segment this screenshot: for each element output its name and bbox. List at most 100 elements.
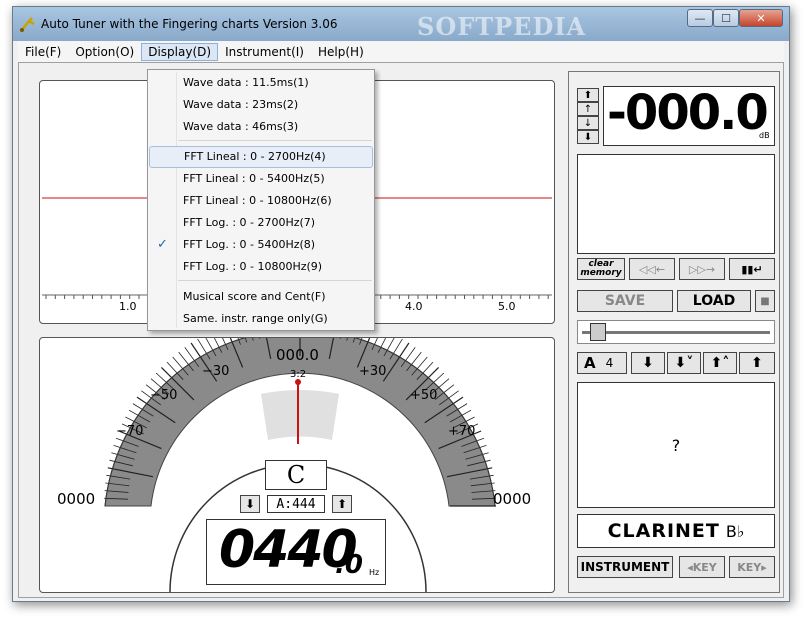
- stop-button[interactable]: ■: [755, 290, 775, 312]
- display-menu-item-label: Wave data : 23ms(2): [183, 98, 299, 111]
- display-menu-item-label: Wave data : 11.5ms(1): [183, 76, 309, 89]
- forward-icon: ▷▷→: [688, 262, 716, 276]
- menu-display[interactable]: Display(D): [141, 42, 219, 61]
- title-bar[interactable]: Auto Tuner with the Fingering charts Ver…: [13, 7, 789, 41]
- display-menu-item[interactable]: Wave data : 46ms(3): [149, 116, 373, 138]
- display-menu-item[interactable]: Musical score and Cent(F): [149, 286, 373, 308]
- display-menu-item-label: Musical score and Cent(F): [183, 290, 326, 303]
- minimize-button[interactable]: —: [687, 9, 713, 27]
- display-menu-item[interactable]: FFT Lineal : 0 - 10800Hz(6): [149, 190, 373, 212]
- note-name: C: [286, 461, 306, 489]
- right-column: ⬆ ↑ ↓ ⬇ -000.0 dB clear memory ◁◁← ▷▷→ ▮…: [568, 71, 780, 593]
- right-value: 0000: [493, 490, 532, 508]
- forward-button[interactable]: ▷▷→: [679, 258, 725, 280]
- menu-instrument[interactable]: Instrument(I): [218, 43, 311, 61]
- key-up-button[interactable]: KEY▸: [729, 556, 775, 578]
- menu-separator: [178, 280, 372, 281]
- ratio-label: 3:2: [290, 369, 307, 380]
- scale-label-p50: +50: [410, 388, 438, 403]
- ref-pitch-display: A:444: [267, 495, 325, 513]
- pause-button[interactable]: ▮▮↵: [729, 258, 775, 280]
- transpose-down-octave-button[interactable]: ⬇˅: [667, 352, 701, 374]
- clear-memory-button[interactable]: clear memory: [577, 258, 625, 280]
- display-dropdown-menu: Wave data : 11.5ms(1) Wave data : 23ms(2)…: [147, 69, 375, 331]
- position-slider[interactable]: [577, 320, 775, 344]
- load-button[interactable]: LOAD: [677, 290, 751, 312]
- frequency-display: 0440 .0 Hz: [206, 519, 386, 585]
- display-menu-item[interactable]: FFT Log. : 0 - 5400Hz(8) ✓: [149, 234, 373, 256]
- transpose-up-button[interactable]: ⬆: [739, 352, 775, 374]
- display-menu-item-label: FFT Log. : 0 - 10800Hz(9): [183, 260, 323, 273]
- display-menu-item[interactable]: Wave data : 11.5ms(1): [149, 72, 373, 94]
- load-label: LOAD: [692, 293, 736, 309]
- close-button[interactable]: ✕: [739, 9, 783, 27]
- display-menu-item-label: FFT Log. : 0 - 2700Hz(7): [183, 216, 316, 229]
- menu-option[interactable]: Option(O): [68, 43, 141, 61]
- meter-panel: 000.0 3:2 −30 +30 −50 +50 −70 +70 0000 0…: [39, 337, 555, 593]
- key-down-button[interactable]: ◂KEY: [679, 556, 725, 578]
- scale-label-p70: +70: [448, 424, 476, 439]
- axis-label-1: 1.0: [119, 300, 137, 313]
- save-button[interactable]: SAVE: [577, 290, 673, 312]
- db-unit: dB: [759, 131, 770, 140]
- note-display: C: [265, 460, 327, 490]
- app-window: Auto Tuner with the Fingering charts Ver…: [12, 6, 790, 602]
- instrument-button[interactable]: INSTRUMENT: [577, 556, 673, 578]
- slider-track: [582, 331, 770, 334]
- display-menu-item[interactable]: Wave data : 23ms(2): [149, 94, 373, 116]
- display-menu-item[interactable]: FFT Log. : 0 - 2700Hz(7): [149, 212, 373, 234]
- level-down-fast-button[interactable]: ⬇: [577, 130, 599, 144]
- ref-pitch-up-button[interactable]: ⬆: [332, 495, 352, 513]
- display-menu-item-label: Same. instr. range only(G): [183, 312, 328, 325]
- axis-label-5: 5.0: [498, 300, 516, 313]
- level-down-button[interactable]: ↓: [577, 116, 599, 130]
- transpose-down-button[interactable]: ⬇: [631, 352, 665, 374]
- rewind-button[interactable]: ◁◁←: [629, 258, 675, 280]
- scale-label-m30: −30: [202, 364, 230, 379]
- display-menu-item[interactable]: FFT Log. : 0 - 10800Hz(9): [149, 256, 373, 278]
- arrow-up-icon: ⬆: [336, 497, 348, 511]
- stop-icon: ■: [760, 295, 770, 307]
- frequency-unit: Hz: [369, 568, 380, 577]
- pause-icon: ▮▮↵: [741, 262, 763, 276]
- instrument-button-label: INSTRUMENT: [580, 560, 670, 574]
- instrument-name: CLARINET: [607, 520, 720, 542]
- ref-pitch-value: A:444: [276, 496, 316, 512]
- level-up-fast-button[interactable]: ⬆: [577, 88, 599, 102]
- menu-file[interactable]: File(F): [18, 43, 68, 61]
- menu-bar: File(F) Option(O) Display(D) Instrument(…: [18, 41, 784, 62]
- fingering-placeholder: ?: [671, 435, 681, 455]
- menu-help[interactable]: Help(H): [311, 43, 371, 61]
- menu-separator: [178, 140, 372, 141]
- slider-thumb[interactable]: [590, 323, 606, 341]
- save-label: SAVE: [604, 293, 646, 309]
- display-menu-item[interactable]: FFT Lineal : 0 - 2700Hz(4): [149, 146, 373, 168]
- maximize-button[interactable]: ☐: [713, 9, 739, 27]
- transpose-up-octave-button[interactable]: ⬆˄: [703, 352, 737, 374]
- transpose-value: 4: [605, 356, 614, 370]
- display-menu-item-label: FFT Lineal : 0 - 10800Hz(6): [183, 194, 332, 207]
- arrow-down-icon: ⬇: [244, 497, 256, 511]
- db-value: -000.0: [607, 85, 769, 141]
- checkmark-icon: ✓: [157, 237, 168, 252]
- ref-pitch-down-button[interactable]: ⬇: [240, 495, 260, 513]
- scale-label-m50: −50: [150, 388, 178, 403]
- left-value: 0000: [57, 490, 96, 508]
- rewind-icon: ◁◁←: [638, 262, 666, 276]
- clear-memory-label-2: memory: [580, 268, 622, 278]
- level-up-button[interactable]: ↑: [577, 102, 599, 116]
- key-up-label: KEY▸: [737, 560, 767, 574]
- display-menu-item[interactable]: FFT Lineal : 0 - 5400Hz(5): [149, 168, 373, 190]
- display-menu-item-label: FFT Log. : 0 - 5400Hz(8): [183, 238, 316, 251]
- axis-label-4: 4.0: [405, 300, 423, 313]
- frequency-decimal: .0: [335, 550, 363, 580]
- memory-display: [577, 154, 775, 254]
- window-title: Auto Tuner with the Fingering charts Ver…: [41, 17, 338, 31]
- client-area: 1.0 4.0 5.0 000.0 3:2 −30 +30 −50 +50 −7…: [18, 62, 784, 598]
- instrument-key: B♭: [725, 521, 745, 541]
- display-menu-item[interactable]: Same. instr. range only(G): [149, 308, 373, 330]
- key-down-label: ◂KEY: [687, 560, 717, 574]
- display-menu-item-label: Wave data : 46ms(3): [183, 120, 299, 133]
- scale-label-m70: −70: [116, 424, 144, 439]
- transpose-letter: A: [584, 354, 596, 372]
